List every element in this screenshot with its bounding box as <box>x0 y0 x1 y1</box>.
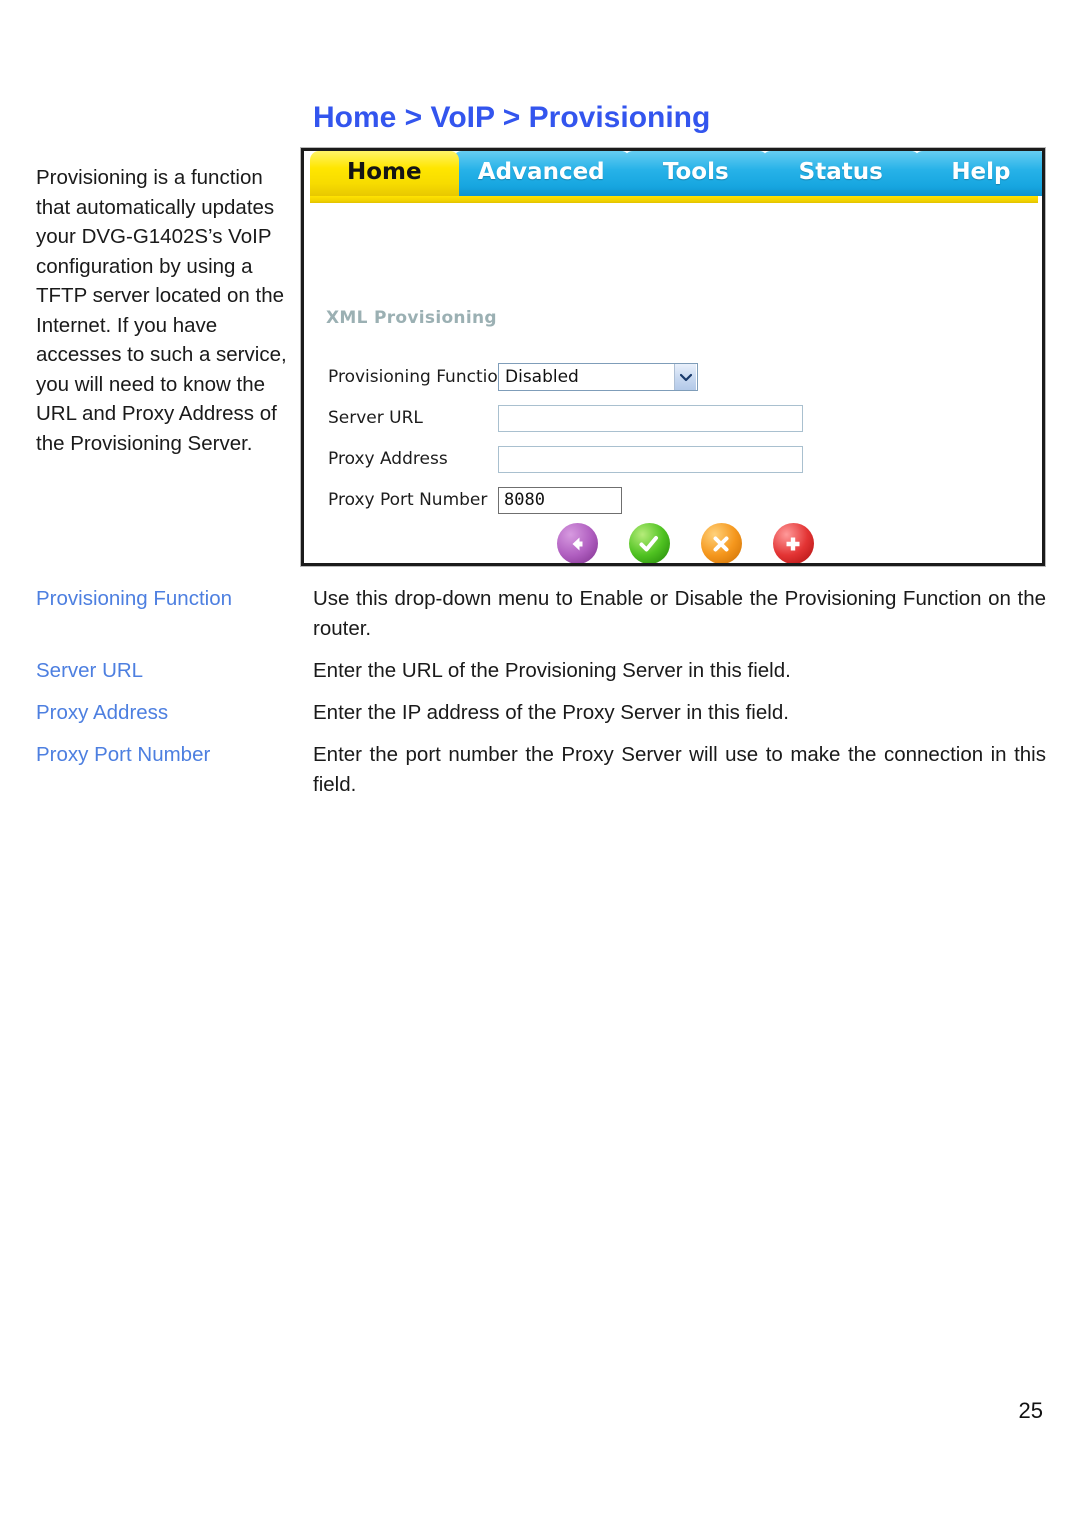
provisioning-function-select[interactable]: Disabled <box>498 363 698 391</box>
definition-term: Server URL <box>36 659 144 682</box>
provisioning-panel: XML Provisioning Provisioning Function D… <box>304 203 1042 563</box>
proxy-port-number-input[interactable]: 8080 <box>498 486 622 514</box>
definition-row: Provisioning Function Use this drop-down… <box>36 584 1046 644</box>
proxy-address-input[interactable] <box>498 445 803 473</box>
definition-term: Proxy Port Number <box>36 743 211 766</box>
intro-paragraph: Provisioning is a function that automati… <box>36 166 287 455</box>
section-title: XML Provisioning <box>326 308 497 328</box>
label-server-url: Server URL <box>328 408 423 428</box>
tab-home[interactable]: Home <box>310 151 459 196</box>
form-row-proxy-port-number: Proxy Port Number 8080 <box>328 485 622 515</box>
cancel-button[interactable]: Cancel <box>694 523 748 563</box>
definition-description: Enter the IP address of the Proxy Server… <box>313 701 789 724</box>
page-number: 25 <box>1018 1398 1043 1423</box>
router-ui-screenshot: Home Advanced Tools Status Help XML Prov… <box>301 148 1045 566</box>
tab-help[interactable]: Help <box>913 151 1042 196</box>
label-proxy-port-number: Proxy Port Number <box>328 490 488 510</box>
definition-row: Proxy Port Number Enter the port number … <box>36 740 1046 800</box>
page-title: Home > VoIP > Provisioning <box>313 101 711 134</box>
tabbar-underline <box>310 196 1038 203</box>
check-icon <box>628 523 670 563</box>
form-row-provisioning-function: Provisioning Function Disabled <box>328 362 698 392</box>
back-arrow-icon <box>556 523 598 563</box>
back-button[interactable]: Back <box>550 523 604 563</box>
cross-icon <box>700 523 742 563</box>
label-proxy-address: Proxy Address <box>328 449 448 469</box>
plus-icon <box>772 523 814 563</box>
provisioning-function-value: Disabled <box>505 367 579 387</box>
definition-term: Provisioning Function <box>36 587 232 610</box>
help-button[interactable]: Help <box>766 523 820 563</box>
chevron-down-icon[interactable] <box>674 364 696 390</box>
server-url-input[interactable] <box>498 404 803 432</box>
form-row-server-url: Server URL <box>328 403 803 433</box>
definition-term: Proxy Address <box>36 701 169 724</box>
definition-row: Server URL Enter the URL of the Provisio… <box>36 656 1046 686</box>
form-row-proxy-address: Proxy Address <box>328 444 803 474</box>
apply-button[interactable]: Apply <box>622 523 676 563</box>
tab-tools[interactable]: Tools <box>623 151 768 196</box>
definition-description: Use this drop-down menu to Enable or Dis… <box>313 587 1046 640</box>
definition-row: Proxy Address Enter the IP address of th… <box>36 698 1046 728</box>
label-provisioning-function: Provisioning Function <box>328 367 509 387</box>
tab-advanced[interactable]: Advanced <box>452 151 630 196</box>
definition-description: Enter the URL of the Provisioning Server… <box>313 659 791 682</box>
field-definitions-list: Provisioning Function Use this drop-down… <box>36 584 1046 812</box>
definition-description: Enter the port number the Proxy Server w… <box>313 743 1046 796</box>
action-button-row: Back Apply Cancel <box>550 523 820 563</box>
tab-status[interactable]: Status <box>761 151 920 196</box>
nav-tabbar: Home Advanced Tools Status Help <box>304 151 1042 203</box>
